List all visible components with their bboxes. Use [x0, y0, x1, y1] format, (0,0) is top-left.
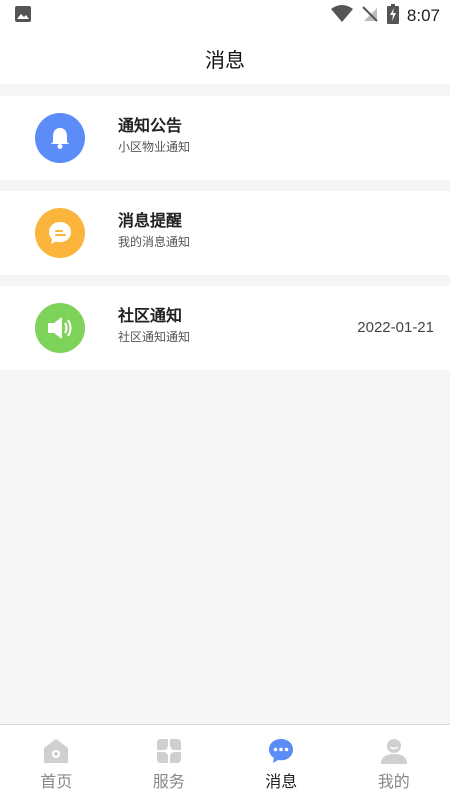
user-icon — [380, 737, 408, 765]
nav-label: 服务 — [152, 772, 185, 791]
page-title: 消息 — [205, 47, 245, 72]
nav-item-services[interactable]: 服务 — [113, 725, 226, 800]
list-item-community[interactable]: 社区通知 社区通知通知 2022-01-21 — [0, 286, 450, 370]
speaker-icon — [35, 303, 85, 353]
bottom-nav: 首页 服务 消息 我的 — [0, 724, 450, 800]
list-item-reminder[interactable]: 消息提醒 我的消息通知 — [0, 191, 450, 275]
list-item-date: 2022-01-21 — [357, 319, 434, 336]
nav-item-profile[interactable]: 我的 — [338, 725, 450, 800]
status-bar: 8:07 — [0, 0, 450, 32]
nav-item-messages[interactable]: 消息 — [225, 725, 338, 800]
nav-item-home[interactable]: 首页 — [0, 725, 113, 800]
no-signal-icon — [361, 5, 379, 27]
bell-icon — [35, 113, 85, 163]
chat-bubble-icon — [35, 208, 85, 258]
battery-charging-icon — [386, 4, 399, 28]
list-item-title: 消息提醒 — [118, 211, 183, 230]
grid-icon — [155, 737, 183, 765]
nav-label: 我的 — [377, 772, 410, 791]
list-item-subtitle: 我的消息通知 — [118, 235, 191, 249]
image-icon — [14, 5, 32, 27]
list-item-title: 通知公告 — [118, 116, 183, 135]
list-item-subtitle: 社区通知通知 — [118, 330, 191, 344]
home-icon — [42, 737, 70, 765]
nav-label: 首页 — [40, 772, 73, 791]
list-item-title: 社区通知 — [118, 306, 183, 325]
page-header: 消息 — [0, 32, 450, 84]
list-item-subtitle: 小区物业通知 — [118, 140, 191, 154]
app-screen: 8:07 消息 通知公告 小区物业通知 消息提醒 我的消息通知 社区通知 社区通… — [0, 0, 450, 800]
wifi-icon — [330, 5, 353, 27]
status-time: 8:07 — [406, 6, 440, 25]
list-item-notice[interactable]: 通知公告 小区物业通知 — [0, 96, 450, 180]
nav-label: 消息 — [265, 772, 298, 791]
message-icon — [267, 737, 295, 765]
